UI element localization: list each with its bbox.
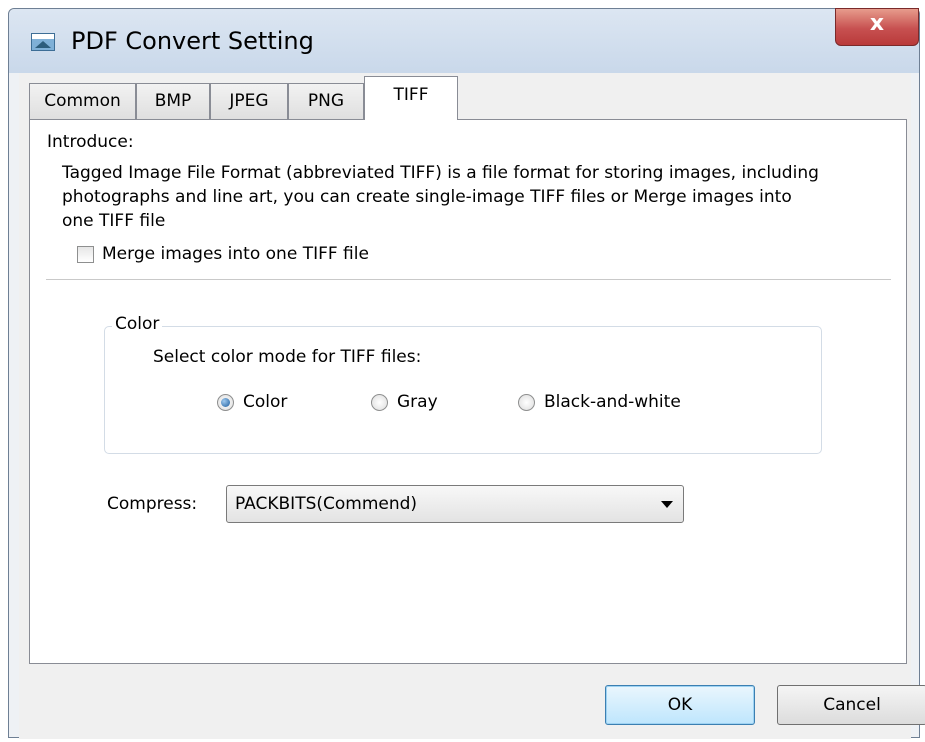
ok-button[interactable]: OK xyxy=(605,685,755,725)
radio-color[interactable]: Color xyxy=(217,392,287,412)
tab-label: BMP xyxy=(154,91,192,111)
compress-label: Compress: xyxy=(107,494,198,514)
radio-button[interactable] xyxy=(518,393,535,411)
compress-selected-value: PACKBITS(Commend) xyxy=(235,494,418,514)
introduce-text: Tagged Image File Format (abbreviated TI… xyxy=(62,163,819,231)
color-group-title: Color xyxy=(112,314,163,334)
radio-label-black-and-white[interactable]: Black-and-white xyxy=(544,392,681,412)
radio-black-and-white[interactable]: Black-and-white xyxy=(518,392,681,412)
merge-checkbox[interactable] xyxy=(77,245,94,263)
tab-jpeg[interactable]: JPEG xyxy=(210,83,288,119)
cancel-button[interactable]: Cancel xyxy=(777,685,925,725)
close-button[interactable]: x xyxy=(835,8,919,46)
merge-checkbox-label[interactable]: Merge images into one TIFF file xyxy=(102,244,369,264)
tab-label: JPEG xyxy=(229,91,269,111)
radio-button-checked[interactable] xyxy=(217,393,234,411)
merge-checkbox-row[interactable]: Merge images into one TIFF file xyxy=(77,244,369,264)
introduce-label: Introduce: xyxy=(47,132,134,152)
compress-select[interactable]: PACKBITS(Commend) xyxy=(226,485,684,523)
image-icon xyxy=(31,33,55,51)
tiff-tab-panel: Introduce: Tagged Image File Format (abb… xyxy=(29,119,907,664)
tab-common[interactable]: Common xyxy=(29,83,136,119)
radio-label-gray[interactable]: Gray xyxy=(397,392,438,412)
tab-label: PNG xyxy=(307,91,345,111)
dialog-window: PDF Convert Setting x Common BMP JPEG PN… xyxy=(8,8,925,739)
tab-png[interactable]: PNG xyxy=(288,83,364,119)
tab-bmp[interactable]: BMP xyxy=(136,83,210,119)
radio-button[interactable] xyxy=(371,393,388,411)
tab-label: TIFF xyxy=(393,85,429,105)
window-title: PDF Convert Setting xyxy=(71,27,314,55)
title-bar[interactable]: PDF Convert Setting x xyxy=(9,8,919,73)
dialog-body: Common BMP JPEG PNG TIFF Introduce: Tagg… xyxy=(19,73,925,739)
separator xyxy=(46,279,891,280)
close-icon: x xyxy=(869,11,885,36)
radio-gray[interactable]: Gray xyxy=(371,392,438,412)
dropdown-arrow-icon[interactable] xyxy=(661,501,673,508)
tab-tiff[interactable]: TIFF xyxy=(364,76,458,120)
color-groupbox xyxy=(104,326,822,454)
color-mode-prompt: Select color mode for TIFF files: xyxy=(153,347,422,367)
radio-label-color[interactable]: Color xyxy=(243,392,287,412)
tab-label: Common xyxy=(44,91,121,111)
